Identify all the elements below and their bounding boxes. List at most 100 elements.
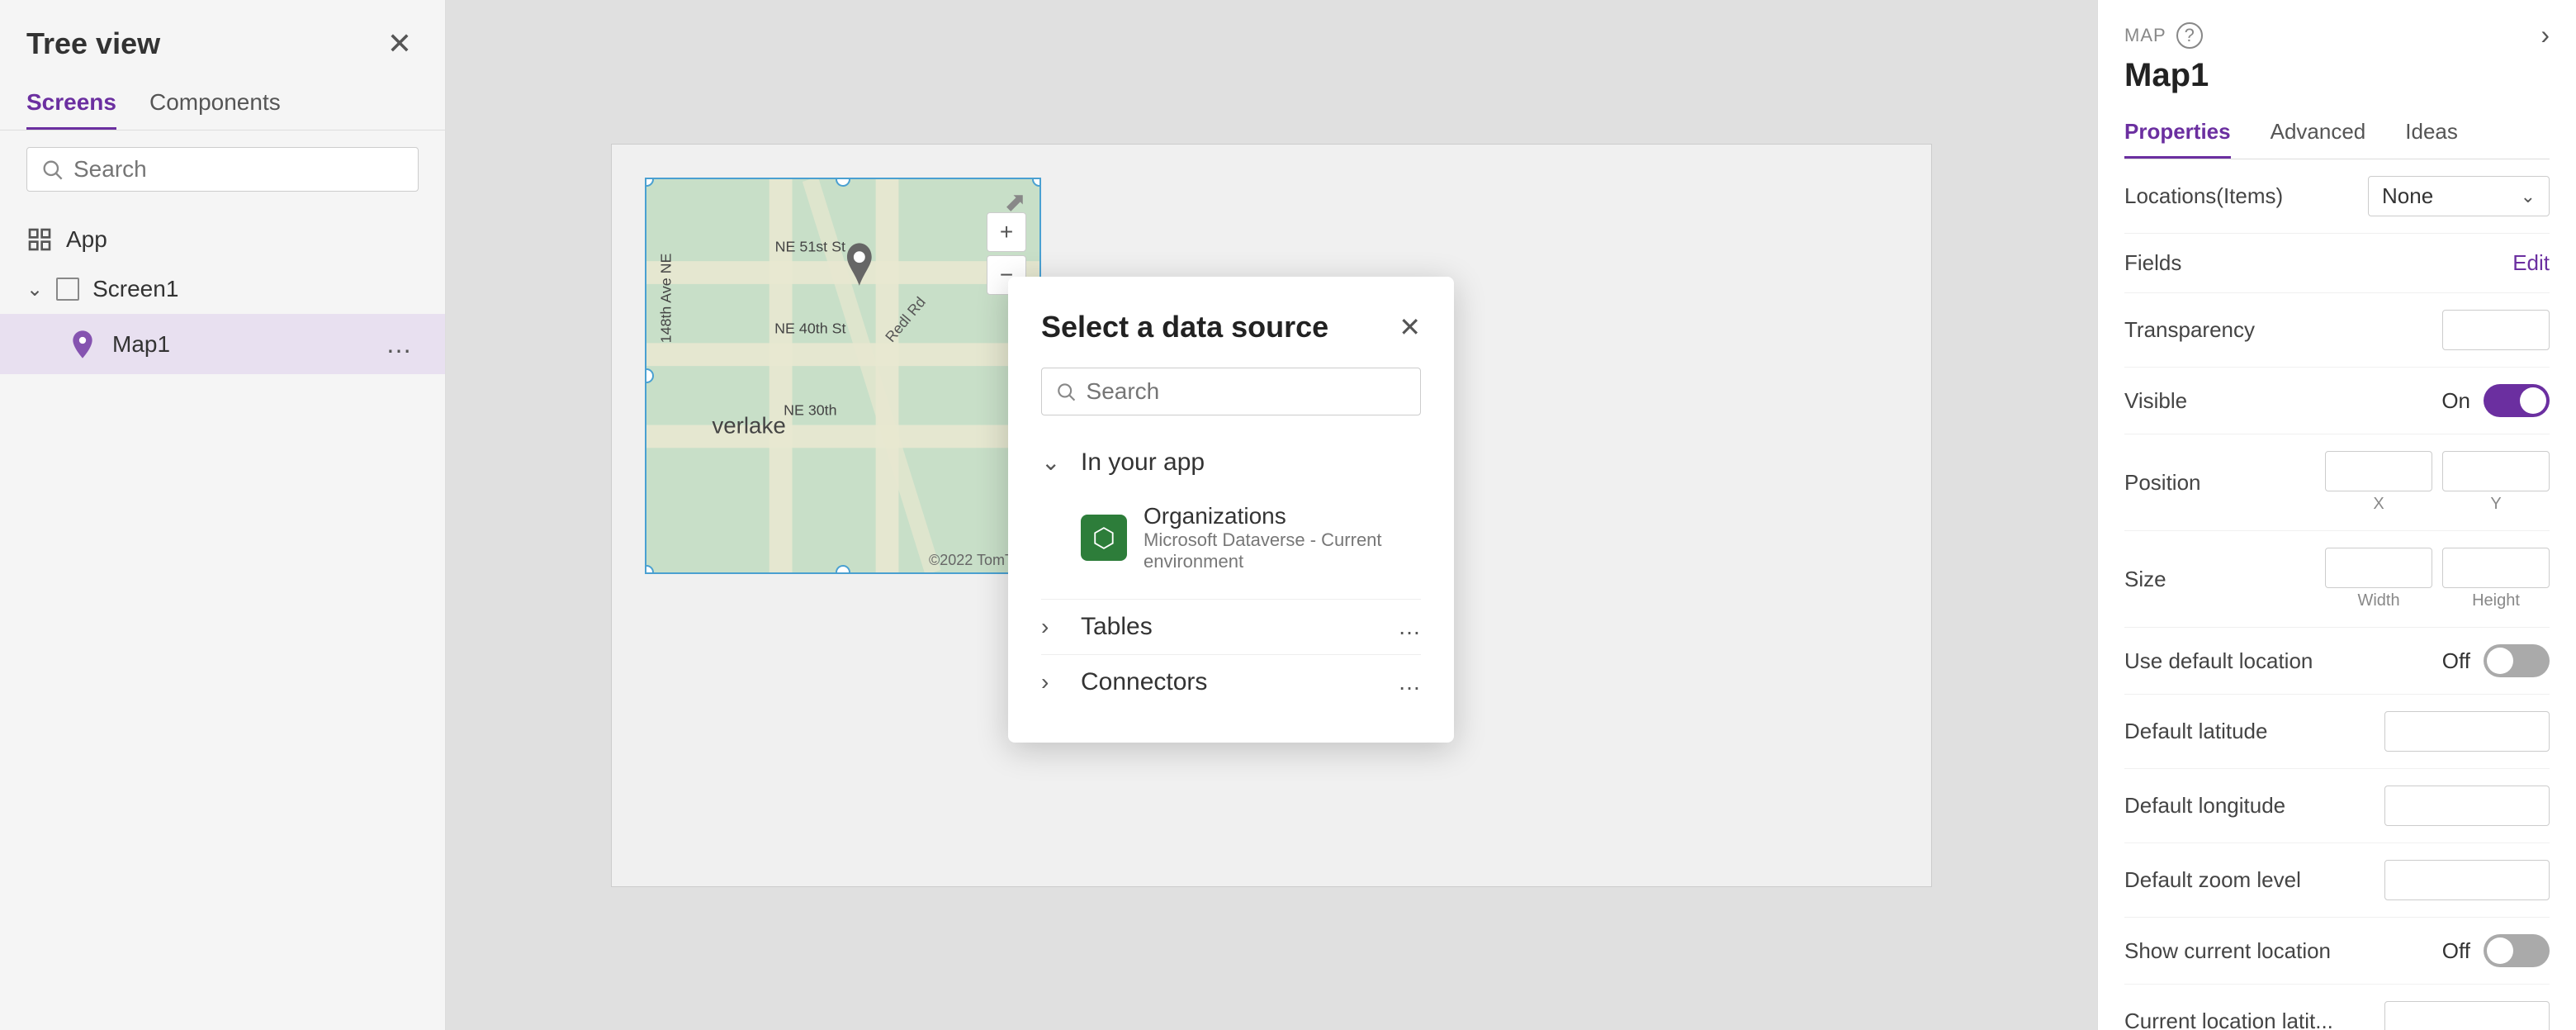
in-your-app-row[interactable]: ⌄ In your app [1041,435,1421,490]
transparency-label: Transparency [2124,317,2442,343]
help-icon[interactable]: ? [2176,22,2203,49]
connectors-more-button[interactable]: … [1398,669,1421,695]
current-location-lat-input[interactable]: 0 [2384,1001,2550,1030]
visible-toggle[interactable] [2484,384,2550,417]
fields-edit-link[interactable]: Edit [2512,250,2550,276]
position-xy-labels: X Y [2325,495,2550,514]
locations-items-label: Locations(Items) [2124,183,2368,209]
organizations-item[interactable]: ⬡ Organizations Microsoft Dataverse - Cu… [1041,490,1421,586]
right-panel-top: MAP ? › [2124,20,2550,50]
tables-more-button[interactable]: … [1398,614,1421,640]
use-default-location-thumb [2487,648,2513,674]
prop-use-default-location: Use default location Off [2124,628,2550,695]
modal-close-button[interactable]: ✕ [1399,311,1421,343]
visible-label: Visible [2124,388,2441,414]
map-svg: NE 51st St NE 40th St NE 30th 148th Ave … [646,179,1039,572]
size-wh-group: 400 400 Width Height [2325,548,2550,610]
tree-view-title: Tree view [26,26,160,61]
show-current-location-toggle[interactable] [2484,934,2550,967]
tab-components[interactable]: Components [149,78,281,130]
tree-items: App ⌄ Screen1 Map1 … [0,208,445,381]
tables-chevron: › [1041,614,1068,640]
transparency-input[interactable]: 0 [2442,310,2550,350]
size-w-input[interactable]: 400 [2325,548,2432,588]
show-current-location-toggle-group: Off [2442,934,2550,967]
svg-text:NE 40th St: NE 40th St [774,320,845,336]
tree-item-app[interactable]: App [0,215,445,264]
map1-label: Map1 [112,331,366,358]
default-zoom-level-input[interactable]: 16 [2384,860,2550,900]
tables-section: › Tables … [1041,600,1421,655]
size-inputs: 400 400 [2325,548,2550,588]
connectors-chevron: › [1041,669,1068,695]
map-component[interactable]: NE 51st St NE 40th St NE 30th 148th Ave … [645,178,1041,574]
tab-screens[interactable]: Screens [26,78,116,130]
main-canvas: NE 51st St NE 40th St NE 30th 148th Ave … [446,0,2097,1030]
tree-item-map1[interactable]: Map1 … [0,314,445,374]
connectors-row[interactable]: › Connectors … [1041,655,1421,710]
position-y-label: Y [2442,495,2550,514]
tab-ideas[interactable]: Ideas [2405,107,2458,159]
prop-default-longitude: Default longitude -122.126801 [2124,769,2550,843]
map-zoom-in-button[interactable]: + [987,212,1026,252]
tree-view-header: Tree view ✕ [0,0,445,78]
svg-text:NE 30th: NE 30th [784,401,836,418]
prop-default-latitude: Default latitude 47.642967 [2124,695,2550,769]
right-tabs: Properties Advanced Ideas [2124,107,2550,159]
tree-view-close-button[interactable]: ✕ [381,23,419,64]
modal-search-input[interactable] [1087,378,1407,405]
modal-header: Select a data source ✕ [1041,310,1421,344]
default-longitude-input[interactable]: -122.126801 [2384,786,2550,826]
app-label: App [66,226,107,253]
screen1-chevron-icon: ⌄ [26,278,43,301]
position-inputs: 40 40 [2325,451,2550,491]
prop-locations-items: Locations(Items) None ⌄ [2124,159,2550,234]
default-longitude-label: Default longitude [2124,793,2384,819]
search-icon [40,158,64,181]
screen-icon [56,278,79,301]
right-panel: MAP ? › Map1 Properties Advanced Ideas L… [2097,0,2576,1030]
map-label-badge: MAP [2124,25,2166,46]
size-h-input[interactable]: 400 [2442,548,2550,588]
tab-advanced[interactable]: Advanced [2271,107,2366,159]
prop-size: Size 400 400 Width Height [2124,531,2550,628]
position-x-label: X [2325,495,2432,514]
tables-row[interactable]: › Tables … [1041,600,1421,654]
use-default-location-toggle[interactable] [2484,644,2550,677]
show-current-location-toggle-label: Off [2442,938,2470,964]
left-panel: Tree view ✕ Screens Components App ⌄ Scr… [0,0,446,1030]
right-panel-header: MAP ? › Map1 Properties Advanced Ideas [2098,0,2576,159]
canvas-area: NE 51st St NE 40th St NE 30th 148th Ave … [611,144,1932,887]
map1-more-button[interactable]: … [379,325,419,363]
component-name: Map1 [2124,57,2550,94]
prop-position: Position 40 40 X Y [2124,434,2550,531]
position-label: Position [2124,470,2325,496]
tab-properties[interactable]: Properties [2124,107,2231,159]
position-x-input[interactable]: 40 [2325,451,2432,491]
locations-items-dropdown[interactable]: None ⌄ [2368,176,2550,216]
map-handle-bm[interactable] [836,565,850,574]
search-input[interactable] [73,156,405,183]
map-node-icon [66,328,99,361]
position-xy-group: 40 40 X Y [2325,451,2550,514]
show-current-location-thumb [2487,937,2513,964]
in-your-app-label: In your app [1081,449,1421,477]
right-panel-expand-icon[interactable]: › [2540,20,2550,50]
search-box [26,147,419,192]
org-icon-symbol: ⬡ [1092,522,1115,553]
default-latitude-label: Default latitude [2124,719,2384,744]
position-y-input[interactable]: 40 [2442,451,2550,491]
modal-search-box [1041,368,1421,415]
default-zoom-level-label: Default zoom level [2124,867,2384,893]
tree-item-screen1[interactable]: ⌄ Screen1 [0,264,445,314]
org-icon: ⬡ [1081,515,1127,561]
svg-text:verlake: verlake [712,412,785,438]
visible-toggle-thumb [2520,387,2546,414]
size-wh-labels: Width Height [2325,591,2550,610]
size-h-label: Height [2442,591,2550,610]
size-label: Size [2124,567,2325,592]
visible-toggle-label: On [2441,388,2470,414]
screen1-label: Screen1 [92,276,178,302]
default-latitude-input[interactable]: 47.642967 [2384,711,2550,752]
grid-icon [26,226,53,253]
